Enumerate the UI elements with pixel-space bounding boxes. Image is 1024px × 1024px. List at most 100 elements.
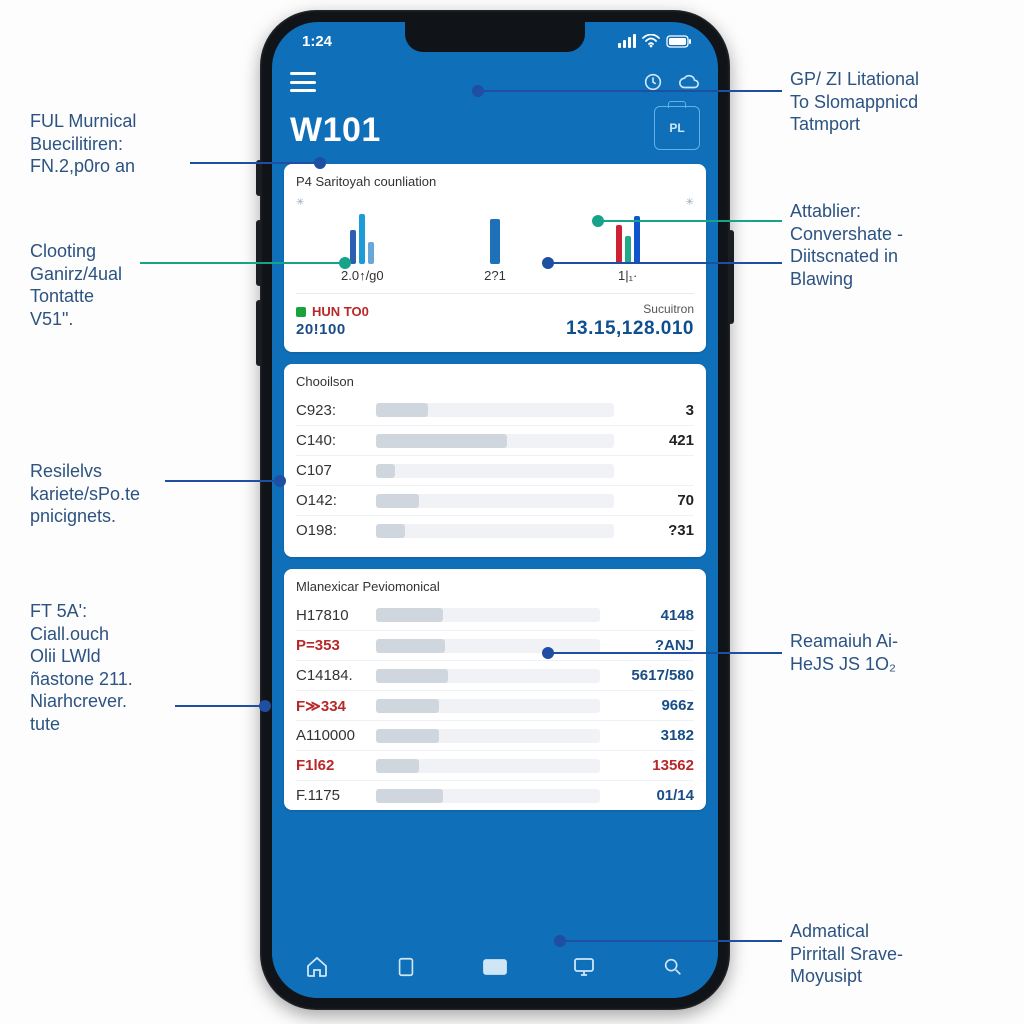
callout-6: Attablier:Convershate -Diitscnated inBla…	[790, 200, 903, 290]
row-bar	[376, 434, 614, 448]
list-row[interactable]: F≫334 966z	[296, 690, 694, 720]
tab-search[interactable]	[651, 945, 695, 989]
summary-title: P4 Saritoyah counliation	[296, 174, 694, 189]
tab-monitor[interactable]	[562, 945, 606, 989]
chart-label-1: 2.0↑/g0	[341, 268, 384, 283]
row-key: H17810	[296, 607, 366, 624]
callout-3-line	[165, 480, 280, 482]
row-key: O198:	[296, 522, 366, 539]
wifi-icon	[642, 34, 660, 48]
chart-decor-left: ✳	[296, 197, 304, 208]
list-row[interactable]: P=353?ANJ	[296, 630, 694, 660]
row-value: 421	[624, 432, 694, 449]
callout-8: AdmaticalPirritall Srave-Moyusipt	[790, 920, 903, 988]
callout-3: Resilelvskariete/sPo.tepnicignets.	[30, 460, 140, 528]
tab-bar	[272, 940, 718, 998]
row-bar	[376, 608, 600, 622]
chart-decor-right: ✳	[686, 197, 694, 208]
tab-dashboard[interactable]	[473, 945, 517, 989]
clock: 1:24	[302, 33, 332, 50]
app-header: W101 PL	[272, 60, 718, 164]
tab-docs[interactable]	[384, 945, 428, 989]
row-value: 966z	[610, 697, 694, 714]
row-bar	[376, 669, 600, 683]
list-row[interactable]: H17810 4148	[296, 600, 694, 630]
row-bar	[376, 494, 614, 508]
status-dot-icon	[296, 307, 306, 317]
callout-7-line	[548, 652, 782, 654]
row-key: F≫334	[296, 697, 366, 715]
row-value: 4148	[610, 607, 694, 624]
tab-home[interactable]	[295, 945, 339, 989]
status-icons	[618, 34, 692, 48]
screen: 1:24	[272, 22, 718, 998]
list-row[interactable]: O142: 70	[296, 485, 694, 515]
row-key: A110000	[296, 727, 366, 744]
mute-switch	[256, 160, 262, 196]
profile-badge[interactable]: PL	[654, 106, 700, 150]
callout-1-line	[190, 162, 320, 164]
row-key: O142:	[296, 492, 366, 509]
callout-1: FUL MurnicalBuecilitiren:FN.2,p0ro an	[30, 110, 136, 178]
list-row[interactable]: C14184. 5617/580	[296, 660, 694, 690]
callout-8-line	[560, 940, 782, 942]
list-row[interactable]: C107	[296, 455, 694, 485]
row-value: 70	[624, 492, 694, 509]
row-bar	[376, 524, 614, 538]
menu-button[interactable]	[290, 72, 316, 92]
callout-2-line	[140, 262, 345, 264]
signal-icon	[618, 34, 636, 48]
vol-down	[256, 300, 262, 366]
callout-2: ClootingGanirz/4ualTontatteV51".	[30, 240, 122, 330]
callout-7: Reamaiuh Ai-HeJS JS 1O₂	[790, 630, 898, 675]
row-key: C14184.	[296, 667, 366, 684]
power-button	[728, 230, 734, 324]
row-bar	[376, 403, 614, 417]
row-key: C140:	[296, 432, 366, 449]
callout-6-line-a	[598, 220, 782, 222]
row-value: ?31	[624, 522, 694, 539]
row-bar	[376, 729, 600, 743]
chart-col-1[interactable]: 2.0↑/g0	[332, 208, 392, 283]
row-bar	[376, 789, 600, 803]
row-bar	[376, 699, 600, 713]
chart-label-2: 2?1	[484, 268, 506, 283]
list-row[interactable]: C140: 421	[296, 425, 694, 455]
content-scroll[interactable]: P4 Saritoyah counliation ✳ 2.0↑/g0 2?1 1…	[272, 164, 718, 940]
chart-row: ✳ 2.0↑/g0 2?1 1|₁· ✳	[296, 197, 694, 283]
list-card-1: Chooilson C923: 3 C140: 421 C107 O142: 70 O198:…	[284, 364, 706, 557]
row-bar	[376, 759, 600, 773]
row-bar	[376, 639, 600, 653]
row-key: F1l62	[296, 757, 366, 774]
list2-title: Mlanexicar Peviomonical	[296, 579, 694, 594]
callout-4: FT 5A':Ciall.ouchOlii LWldñastone 211.Ni…	[30, 600, 133, 735]
row-key: C107	[296, 462, 366, 479]
chart-col-2[interactable]: 2?1	[465, 208, 525, 283]
callout-4-line	[175, 705, 265, 707]
row-value: 5617/580	[610, 667, 694, 684]
chart-label-3: 1|₁·	[618, 268, 637, 283]
callout-6-line-b	[548, 262, 782, 264]
list-row[interactable]: C923: 3	[296, 395, 694, 425]
row-key: P=353	[296, 637, 366, 654]
row-key: C923:	[296, 402, 366, 419]
list-row[interactable]: F.117501/14	[296, 780, 694, 810]
phone-frame: 1:24	[260, 10, 730, 1010]
row-bar	[376, 464, 614, 478]
list1-title: Chooilson	[296, 374, 694, 389]
battery-icon	[666, 35, 692, 48]
summary-value-label: Sucuitron	[643, 302, 694, 316]
row-value: 13562	[610, 757, 694, 774]
page-title: W101	[290, 111, 381, 150]
row-value: 01/14	[610, 787, 694, 804]
list-row[interactable]: F1l62 13562	[296, 750, 694, 780]
notch	[405, 22, 585, 52]
summary-subcode: 20!100	[296, 321, 369, 338]
vol-up	[256, 220, 262, 286]
list-row[interactable]: O198: ?31	[296, 515, 694, 545]
list-row[interactable]: A1100003182	[296, 720, 694, 750]
summary-code: HUN TO0	[296, 304, 369, 319]
summary-value: 13.15,128.010	[566, 318, 694, 340]
row-value: 3	[624, 402, 694, 419]
list-card-2: Mlanexicar Peviomonical H17810 4148 P=353?…	[284, 569, 706, 810]
